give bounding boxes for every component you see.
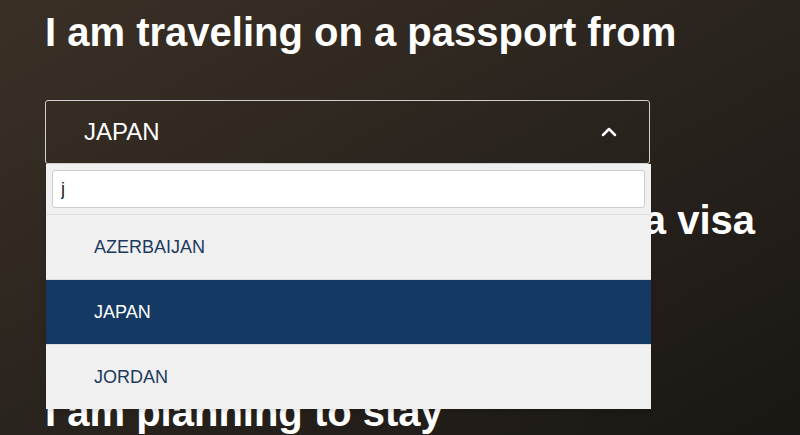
search-wrapper xyxy=(46,164,651,214)
passport-heading: I am traveling on a passport from xyxy=(45,8,755,56)
select-value: JAPAN xyxy=(84,114,160,150)
country-option[interactable]: AZERBAIJAN xyxy=(46,214,651,279)
search-input[interactable] xyxy=(52,170,645,208)
country-option[interactable]: JORDAN xyxy=(46,344,651,409)
dropdown-menu: AZERBAIJANJAPANJORDAN xyxy=(46,164,651,409)
page: I am traveling on a passport fromJAPANa … xyxy=(0,0,800,435)
country-option[interactable]: JAPAN xyxy=(46,279,651,344)
country-select[interactable]: JAPAN xyxy=(45,100,650,164)
chevron-up-icon xyxy=(597,120,621,144)
